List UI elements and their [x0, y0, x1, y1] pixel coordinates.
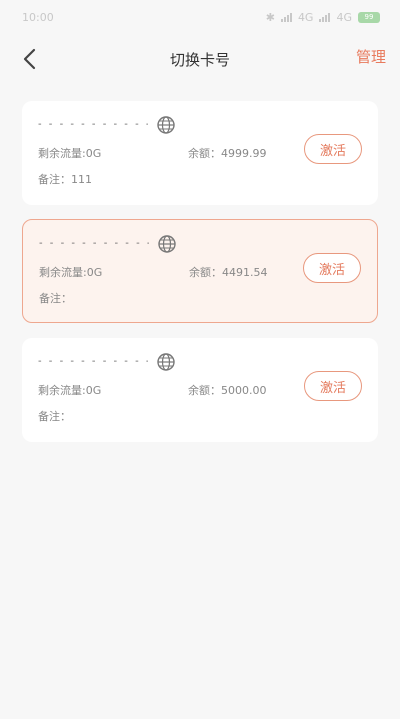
note: 备注：111	[38, 173, 92, 186]
remaining-flow: 剩余流量:0G	[39, 266, 103, 279]
globe-icon	[157, 353, 175, 371]
network-label-2: 4G	[336, 10, 352, 24]
globe-icon	[157, 116, 175, 134]
card-item[interactable]: - - - - - - - - - - - - 剩余流量:0G 余额：4999.…	[22, 101, 378, 205]
activate-button[interactable]: 激活	[304, 134, 362, 164]
signal-icon	[280, 12, 292, 22]
network-label-1: 4G	[297, 10, 314, 24]
card-number: - - - - - - - - - - - -	[39, 241, 149, 249]
card-number: - - - - - - - - - - - -	[38, 122, 148, 130]
status-bar: 10:00 ✱ 4G 4G 99	[0, 0, 400, 34]
back-button[interactable]	[14, 42, 44, 76]
globe-icon	[158, 235, 176, 253]
balance: 余额：4491.54	[189, 266, 268, 279]
balance: 余额：4999.99	[188, 147, 267, 160]
chevron-left-icon	[23, 48, 36, 70]
status-icons: ✱ 4G 4G 99	[266, 11, 380, 24]
card-number: - - - - - - - - - - - -	[38, 359, 148, 367]
bluetooth-icon: ✱	[265, 10, 275, 24]
remaining-flow: 剩余流量:0G	[38, 147, 102, 160]
note: 备注：	[38, 410, 71, 423]
note: 备注：	[39, 292, 72, 305]
battery-icon: 99	[358, 11, 380, 23]
activate-button[interactable]: 激活	[303, 253, 361, 283]
manage-button[interactable]: 管理	[356, 46, 386, 67]
balance: 余额：5000.00	[188, 384, 267, 397]
signal-icon-2	[319, 12, 331, 22]
status-time: 10:00	[22, 10, 54, 24]
page-title: 切换卡号	[169, 50, 230, 69]
card-item[interactable]: - - - - - - - - - - - - 剩余流量:0G 余额：5000.…	[22, 338, 378, 442]
nav-bar: 切换卡号 管理	[0, 34, 400, 84]
remaining-flow: 剩余流量:0G	[38, 384, 102, 397]
card-item-selected[interactable]: - - - - - - - - - - - - 剩余流量:0G 余额：4491.…	[22, 219, 378, 323]
activate-button[interactable]: 激活	[304, 371, 362, 401]
